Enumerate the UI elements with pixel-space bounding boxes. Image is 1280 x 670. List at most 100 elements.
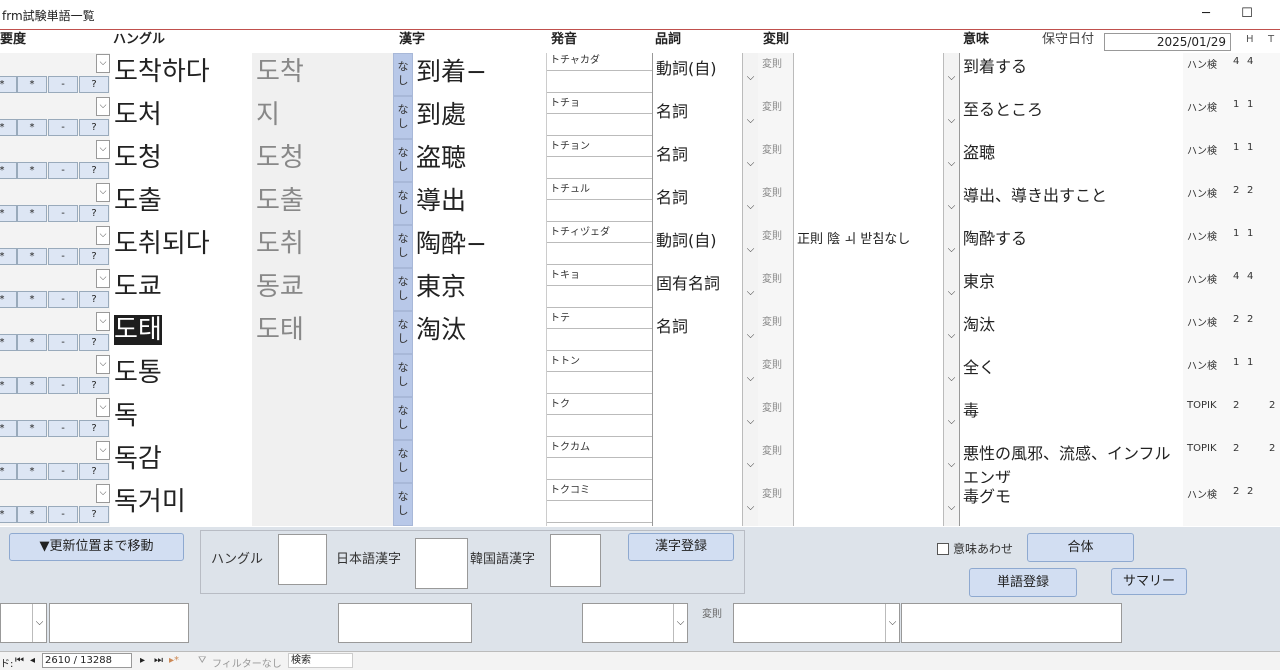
pos-select[interactable]: 動詞(自) ⌵ — [652, 225, 758, 268]
chevron-down-icon[interactable]: ⌵ — [96, 484, 110, 503]
pronunciation-sub[interactable] — [547, 290, 652, 308]
nashi-toggle[interactable]: なし — [393, 483, 413, 526]
chevron-down-icon[interactable]: ⌵ — [742, 225, 758, 268]
chevron-down-icon[interactable]: ⌵ — [943, 440, 959, 483]
chevron-down-icon[interactable]: ⌵ — [885, 604, 899, 642]
merge-button[interactable]: 合体 — [1027, 533, 1134, 562]
chevron-down-icon[interactable]: ⌵ — [673, 604, 687, 642]
chevron-down-icon[interactable]: ⌵ — [32, 604, 46, 642]
inflect-select[interactable]: ⌵ — [793, 397, 959, 440]
chevron-down-icon[interactable]: ⌵ — [96, 269, 110, 288]
filter-kanji-input[interactable] — [338, 603, 472, 643]
chevron-down-icon[interactable]: ⌵ — [96, 97, 110, 116]
nashi-toggle[interactable]: なし — [393, 225, 413, 268]
hangul-stem-cell[interactable]: 도출 — [252, 182, 393, 225]
row-button-3[interactable]: ? — [79, 76, 109, 93]
importance-select[interactable]: ⌵ — [0, 96, 110, 117]
importance-select[interactable]: ⌵ — [0, 440, 110, 461]
pronunciation-text[interactable]: トチィヅェダ — [547, 225, 652, 243]
inflect-select[interactable]: ⌵ — [793, 354, 959, 397]
hangul-stem-cell[interactable]: 도태 — [252, 311, 393, 354]
meaning-cell[interactable]: 陶酔する — [959, 225, 1183, 268]
pos-select[interactable]: ⌵ — [652, 397, 758, 440]
chevron-down-icon[interactable]: ⌵ — [96, 140, 110, 159]
chevron-down-icon[interactable]: ⌵ — [742, 354, 758, 397]
row-button-1[interactable]: * — [17, 420, 47, 437]
kanji-cell[interactable]: 淘汰 — [413, 311, 546, 354]
inflect-select[interactable]: 正則 陰 ㅚ 받침なし ⌵ — [793, 225, 959, 268]
importance-select[interactable]: ⌵ — [0, 311, 110, 332]
row-button-0[interactable]: * — [0, 420, 17, 437]
nashi-toggle[interactable]: なし — [393, 268, 413, 311]
pronunciation-sub[interactable] — [547, 118, 652, 136]
hangul-stem-cell[interactable]: 도착 — [252, 53, 393, 96]
pronunciation-sub[interactable] — [547, 204, 652, 222]
new-record-icon[interactable]: ▸* — [169, 655, 179, 666]
row-button-3[interactable]: ? — [79, 420, 109, 437]
hangul-cell[interactable]: 도출 — [110, 182, 252, 225]
hangul-stem-cell[interactable] — [252, 354, 393, 397]
pos-select[interactable]: 名詞 ⌵ — [652, 311, 758, 354]
row-button-2[interactable]: - — [48, 205, 78, 222]
chevron-down-icon[interactable]: ⌵ — [742, 311, 758, 354]
pronunciation-sub[interactable] — [547, 161, 652, 179]
row-button-1[interactable]: * — [17, 377, 47, 394]
pronunciation-text[interactable]: トク — [547, 397, 652, 415]
table-row[interactable]: ⌵ * * -? 도착하다 도착 なし 到着− トチャカダ 動詞(自) ⌵ 変則 ⌵ … — [0, 53, 1280, 96]
kanji-cell[interactable] — [413, 397, 546, 440]
pronunciation-text[interactable]: トチョン — [547, 139, 652, 157]
importance-select[interactable]: ⌵ — [0, 139, 110, 160]
row-button-1[interactable]: * — [17, 248, 47, 265]
hangul-stem-cell[interactable] — [252, 483, 393, 526]
pos-select[interactable]: 動詞(自) ⌵ — [652, 53, 758, 96]
table-row[interactable]: ⌵ * * -? 독거미 なし トクコミ ⌵ 変則 ⌵ 毒グモ ハン検 2 2 — [0, 483, 1280, 526]
hangul-cell[interactable]: 도취되다 — [110, 225, 252, 268]
jp-kanji-input[interactable] — [415, 538, 468, 589]
pronunciation-text[interactable]: トクコミ — [547, 483, 652, 501]
filter-pos-select[interactable]: ⌵ — [582, 603, 688, 643]
table-row[interactable]: ⌵ * * -? 독감 なし トクカム ⌵ 変則 ⌵ 悪性の風邪、流感、インフルエン… — [0, 440, 1280, 483]
chevron-down-icon[interactable]: ⌵ — [742, 397, 758, 440]
pronunciation-text[interactable]: トトン — [547, 354, 652, 372]
pos-select[interactable]: 名詞 ⌵ — [652, 139, 758, 182]
row-button-1[interactable]: * — [17, 334, 47, 351]
hangul-cell[interactable]: 도쿄 — [110, 268, 252, 311]
row-button-2[interactable]: - — [48, 76, 78, 93]
pronunciation-sub[interactable] — [547, 75, 652, 93]
hangul-cell[interactable]: 독거미 — [110, 483, 252, 526]
meaning-cell[interactable]: 毒グモ — [959, 483, 1183, 526]
row-button-3[interactable]: ? — [79, 291, 109, 308]
move-to-update-position-button[interactable]: ▼更新位置まで移動 — [9, 533, 184, 561]
chevron-down-icon[interactable]: ⌵ — [742, 53, 758, 96]
row-button-2[interactable]: - — [48, 334, 78, 351]
inflect-select[interactable]: ⌵ — [793, 440, 959, 483]
table-row[interactable]: ⌵ * * -? 도취되다 도취 なし 陶酔− トチィヅェダ 動詞(自) ⌵ 変則 正… — [0, 225, 1280, 268]
chevron-down-icon[interactable]: ⌵ — [943, 139, 959, 182]
meaning-cell[interactable]: 毒 — [959, 397, 1183, 440]
pos-select[interactable]: ⌵ — [652, 483, 758, 526]
pronunciation-sub[interactable] — [547, 419, 652, 437]
filter-importance-select[interactable]: ⌵ — [0, 603, 47, 643]
search-input[interactable]: 検索 — [288, 653, 353, 668]
pronunciation-sub[interactable] — [547, 505, 652, 523]
importance-select[interactable]: ⌵ — [0, 354, 110, 375]
row-button-3[interactable]: ? — [79, 377, 109, 394]
hangul-stem-cell[interactable]: 도취 — [252, 225, 393, 268]
row-button-0[interactable]: * — [0, 334, 17, 351]
pos-select[interactable]: 名詞 ⌵ — [652, 182, 758, 225]
row-button-2[interactable]: - — [48, 119, 78, 136]
hangul-stem-cell[interactable] — [252, 397, 393, 440]
row-button-0[interactable]: * — [0, 76, 17, 93]
row-button-0[interactable]: * — [0, 162, 17, 179]
kr-kanji-input[interactable] — [550, 534, 601, 587]
table-row[interactable]: ⌵ * * -? 독 なし トク ⌵ 変則 ⌵ 毒 TOPIK 2 2 — [0, 397, 1280, 440]
word-register-button[interactable]: 単語登録 — [969, 568, 1077, 597]
chevron-down-icon[interactable]: ⌵ — [943, 354, 959, 397]
hangul-cell[interactable]: 도처 — [110, 96, 252, 139]
last-record-icon[interactable]: ⏭ — [154, 655, 163, 666]
pos-select[interactable]: ⌵ — [652, 440, 758, 483]
chevron-down-icon[interactable]: ⌵ — [96, 226, 110, 245]
chevron-down-icon[interactable]: ⌵ — [742, 139, 758, 182]
kanji-cell[interactable]: 盗聴 — [413, 139, 546, 182]
nashi-toggle[interactable]: なし — [393, 354, 413, 397]
